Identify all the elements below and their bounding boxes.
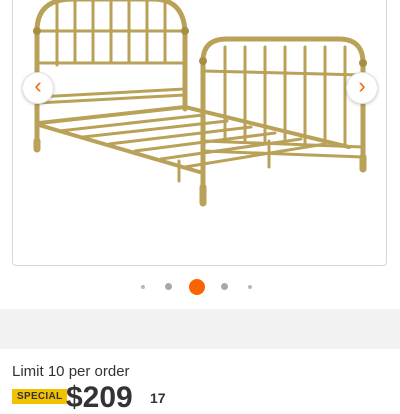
carousel-dot[interactable]	[248, 285, 252, 289]
carousel-dots	[0, 278, 400, 296]
order-limit-text: Limit 10 per order	[12, 363, 130, 380]
carousel-dot[interactable]	[141, 285, 145, 289]
price-cents: 17	[150, 390, 166, 406]
carousel-prev-button[interactable]: ‹	[22, 72, 54, 104]
carousel-next-button[interactable]: ›	[346, 72, 378, 104]
product-image-card[interactable]	[12, 0, 387, 266]
carousel-dot[interactable]	[165, 283, 172, 290]
chevron-left-icon: ‹	[34, 73, 42, 98]
carousel-dot-active[interactable]	[189, 279, 205, 295]
price-dollars: $209	[66, 381, 133, 414]
carousel-dot[interactable]	[221, 283, 228, 290]
special-badge: SPECIAL	[12, 389, 68, 404]
section-divider	[0, 309, 400, 349]
chevron-right-icon: ›	[358, 73, 366, 98]
bed-frame-image	[33, 0, 367, 207]
